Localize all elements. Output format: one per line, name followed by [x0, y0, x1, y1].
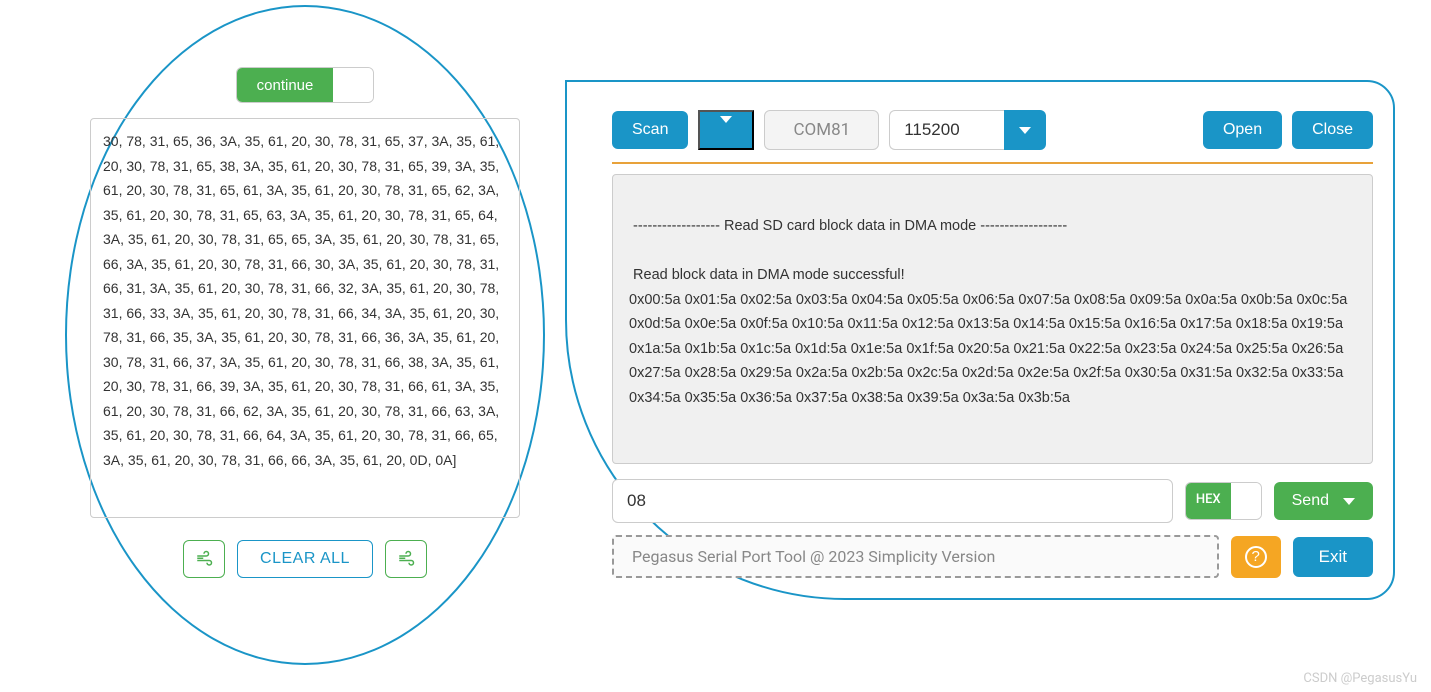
baud-rate-group	[889, 110, 1046, 150]
exit-button[interactable]: Exit	[1293, 537, 1373, 577]
toggle-off-area[interactable]	[333, 68, 373, 102]
footer-row: Pegasus Serial Port Tool @ 2023 Simplici…	[612, 535, 1373, 578]
send-button[interactable]: Send	[1274, 482, 1373, 520]
baud-dropdown-button[interactable]	[1004, 110, 1046, 150]
terminal-output[interactable]: ------------------ Read SD card block da…	[612, 174, 1373, 464]
chevron-down-icon	[1343, 498, 1355, 505]
question-icon: ?	[1245, 546, 1267, 568]
scan-dropdown-button[interactable]	[698, 110, 754, 150]
watermark: CSDN @PegasusYu	[1303, 671, 1417, 686]
chevron-down-icon	[1019, 127, 1031, 134]
continue-toggle[interactable]: continue	[236, 67, 375, 103]
hex-toggle-label: HEX	[1186, 483, 1231, 519]
right-panel: Scan COM81 Open Close ------------------…	[565, 80, 1395, 600]
send-button-label: Send	[1292, 492, 1329, 510]
hex-toggle[interactable]: HEX	[1185, 482, 1262, 520]
wind-left-icon[interactable]	[183, 540, 225, 578]
com-port-label: COM81	[764, 110, 879, 150]
baud-rate-input[interactable]	[889, 110, 1004, 150]
scan-button[interactable]: Scan	[612, 111, 688, 149]
wind-right-icon[interactable]	[385, 540, 427, 578]
footer-label: Pegasus Serial Port Tool @ 2023 Simplici…	[612, 535, 1219, 578]
hex-toggle-off[interactable]	[1231, 483, 1261, 519]
left-panel: continue 30, 78, 31, 65, 36, 3A, 35, 61,…	[65, 5, 545, 665]
chevron-down-icon	[720, 116, 732, 138]
clear-all-button[interactable]: CLEAR ALL	[237, 540, 373, 578]
send-row: HEX Send	[612, 479, 1373, 523]
left-actions: CLEAR ALL	[183, 540, 427, 578]
hex-data-display: 30, 78, 31, 65, 36, 3A, 35, 61, 20, 30, …	[90, 118, 520, 518]
toolbar: Scan COM81 Open Close	[612, 110, 1373, 164]
send-input[interactable]	[612, 479, 1173, 523]
help-button[interactable]: ?	[1231, 536, 1281, 578]
open-button[interactable]: Open	[1203, 111, 1282, 149]
continue-button[interactable]: continue	[237, 68, 334, 102]
close-button[interactable]: Close	[1292, 111, 1373, 149]
